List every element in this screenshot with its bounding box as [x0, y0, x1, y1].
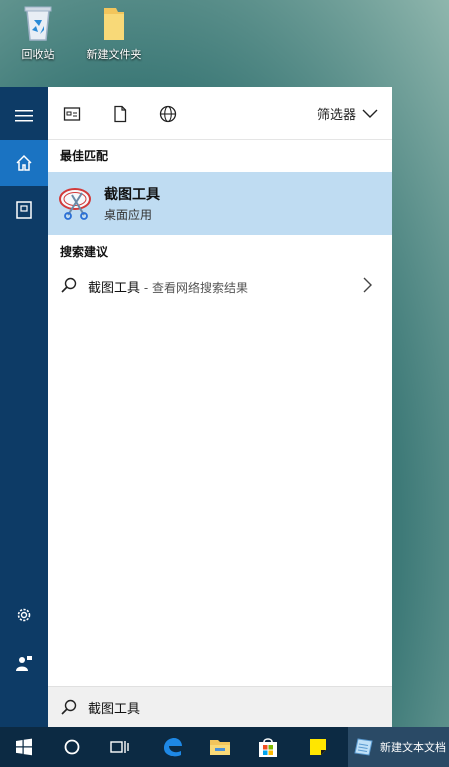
suggestion-query: 截图工具 [88, 281, 141, 296]
edge-browser-icon [164, 738, 182, 757]
best-match-subtitle: 桌面应用 [104, 208, 153, 222]
cortana-circle-icon [64, 739, 80, 755]
file-explorer-icon [210, 740, 230, 755]
web-search-suggestion[interactable]: 截图工具 - 查看网络搜索结果 [48, 269, 392, 301]
notepad-icon [354, 738, 373, 756]
search-suggestions-header: 搜索建议 [60, 245, 109, 259]
document-icon [114, 105, 127, 123]
app-window-icon [63, 107, 81, 121]
desktop-icon-new-folder[interactable]: 新建文件夹 [79, 2, 149, 62]
chevron-down-icon [362, 109, 378, 118]
taskbar-window-label: 新建文本文档 [380, 741, 446, 754]
search-icon [60, 276, 78, 294]
hamburger-menu-button[interactable] [0, 93, 48, 139]
search-box[interactable]: 截图工具 [48, 686, 392, 727]
globe-icon [159, 105, 177, 123]
best-match-result[interactable]: 截图工具 桌面应用 [48, 172, 392, 235]
search-input[interactable]: 截图工具 [88, 698, 140, 717]
feedback-person-icon [16, 656, 32, 671]
search-icon [60, 698, 78, 716]
filter-label: 筛选器 [316, 108, 356, 123]
edge-button[interactable] [148, 727, 196, 767]
windows-logo-icon [16, 738, 32, 756]
recycle-bin-icon [18, 2, 58, 42]
documents-filter-button[interactable] [111, 105, 129, 123]
filter-dropdown[interactable]: 筛选器 [317, 104, 378, 123]
taskbar-window-notepad[interactable]: 新建文本文档 [348, 727, 449, 767]
suggestion-text: 截图工具 - 查看网络搜索结果 [88, 277, 248, 296]
home-icon [16, 154, 32, 171]
suggestion-extra: - 查看网络搜索结果 [140, 281, 248, 295]
store-button[interactable] [244, 727, 292, 767]
notebook-icon [16, 201, 32, 219]
feedback-button[interactable] [0, 640, 48, 686]
cortana-button[interactable] [48, 727, 96, 767]
task-view-button[interactable] [96, 727, 144, 767]
desktop-icon-label: 回收站 [21, 48, 55, 61]
taskbar: 新建文本文档 [0, 727, 449, 767]
notebook-button[interactable] [0, 187, 48, 233]
search-toolbar: 筛选器 [48, 87, 392, 140]
hamburger-icon [15, 110, 33, 122]
best-match-title: 截图工具 [104, 187, 160, 203]
task-view-icon [110, 741, 129, 753]
file-explorer-button[interactable] [196, 727, 244, 767]
search-results: 筛选器 最佳匹配 截图工具 桌面应用 搜索建议 截图工具 - 查看网络搜索结果 … [48, 87, 392, 727]
sticky-notes-button[interactable] [294, 727, 342, 767]
store-bag-icon [259, 738, 277, 757]
desktop-icon-label: 新建文件夹 [86, 48, 142, 61]
sticky-note-icon [310, 739, 326, 755]
home-button[interactable] [0, 140, 48, 186]
folder-icon [94, 2, 134, 42]
search-panel: 筛选器 最佳匹配 截图工具 桌面应用 搜索建议 截图工具 - 查看网络搜索结果 … [0, 87, 392, 727]
desktop-icon-recycle-bin[interactable]: 回收站 [3, 2, 73, 62]
settings-button[interactable] [0, 592, 48, 638]
snipping-tool-icon [58, 185, 94, 221]
best-match-header: 最佳匹配 [60, 149, 109, 163]
start-rail [0, 87, 48, 727]
chevron-right-icon [362, 276, 374, 294]
gear-icon [17, 608, 31, 622]
web-filter-button[interactable] [159, 105, 177, 123]
apps-filter-button[interactable] [63, 105, 81, 123]
start-button[interactable] [0, 727, 48, 767]
